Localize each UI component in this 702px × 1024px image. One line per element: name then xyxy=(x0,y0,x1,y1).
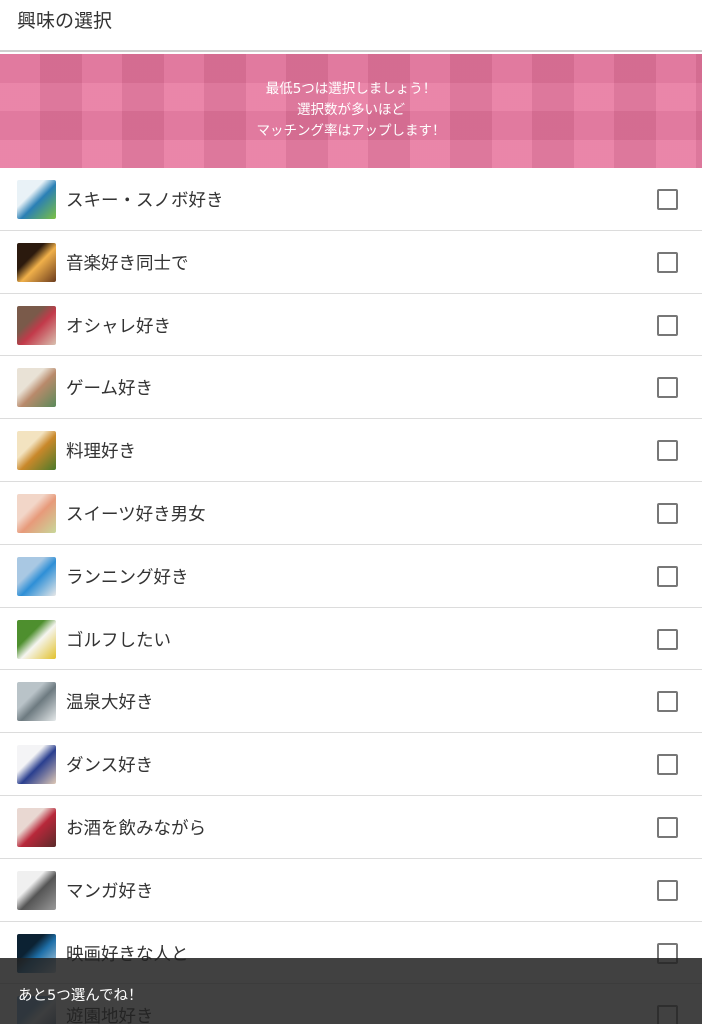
interest-checkbox[interactable] xyxy=(657,816,678,838)
interest-checkbox[interactable] xyxy=(657,628,678,650)
interest-row[interactable]: ゲーム好き xyxy=(0,356,702,420)
golf-ball-photo-icon xyxy=(17,619,56,659)
interest-selection-screen: 興味の選択 最低5つは選択しましょう！ 選択数が多いほど マッチング率はアップし… xyxy=(0,0,702,1024)
fashion-bag-photo-icon xyxy=(17,305,56,345)
interest-checkbox[interactable] xyxy=(657,377,678,399)
interest-row[interactable]: お酒を飲みながら xyxy=(0,795,702,859)
dance-photo-icon xyxy=(17,745,56,785)
banner-line-1: 最低5つは選択しましょう！ xyxy=(265,81,437,97)
interest-checkbox[interactable] xyxy=(657,440,678,462)
interest-label: スキー・スノボ好き xyxy=(66,191,224,211)
interest-row[interactable]: ランニング好き xyxy=(0,544,702,608)
banner-text: 最低5つは選択しましょう！ 選択数が多いほど マッチング率はアップします！ xyxy=(0,79,702,142)
info-banner: 最低5つは選択しましょう！ 選択数が多いほど マッチング率はアップします！ xyxy=(0,54,702,168)
interest-checkbox[interactable] xyxy=(657,502,678,524)
ski-photo-icon xyxy=(17,180,56,219)
interest-row[interactable]: 音楽好き同士で xyxy=(0,230,702,294)
interest-row[interactable]: 料理好き xyxy=(0,419,702,482)
interest-row[interactable]: スキー・スノボ好き xyxy=(0,168,702,231)
banner-line-2: 選択数が多いほど xyxy=(297,102,405,118)
interest-checkbox[interactable] xyxy=(657,754,678,776)
interest-row[interactable]: ダンス好き xyxy=(0,733,702,796)
interest-checkbox[interactable] xyxy=(657,565,678,587)
page-title: 興味の選択 xyxy=(17,10,113,32)
interest-list: スキー・スノボ好き 音楽好き同士で オシャレ好き ゲーム好き料理好きスイーツ好き男女ラ… xyxy=(0,168,702,1024)
concert-photo-icon xyxy=(17,242,56,282)
running-photo-icon xyxy=(17,556,56,596)
interest-row[interactable]: ゴルフしたい xyxy=(0,607,702,671)
interest-checkbox[interactable] xyxy=(657,189,678,210)
macaron-photo-icon xyxy=(17,493,56,533)
interest-checkbox[interactable] xyxy=(657,879,678,901)
interest-label: 音楽好き同士で xyxy=(66,253,189,274)
interest-row[interactable]: マンガ好き xyxy=(0,858,702,922)
wine-photo-icon xyxy=(17,807,56,847)
interest-checkbox[interactable] xyxy=(657,314,678,336)
interest-label: スイーツ好き男女 xyxy=(66,504,206,525)
interest-checkbox[interactable] xyxy=(657,251,678,273)
interest-checkbox[interactable] xyxy=(657,691,678,713)
toast-text: あと5つ選んでね！ xyxy=(18,988,143,1004)
interest-label: ダンス好き xyxy=(66,756,154,777)
interest-label: 温泉大好き xyxy=(66,693,154,714)
interest-label: ゲーム好き xyxy=(66,379,153,400)
banner-line-3: マッチング率はアップします！ xyxy=(256,123,446,139)
interest-row[interactable]: スイーツ好き男女 xyxy=(0,481,702,545)
interest-label: 料理好き xyxy=(66,442,136,463)
manga-photo-icon xyxy=(17,870,56,910)
interest-label: オシャレ好き xyxy=(66,316,171,337)
interest-row[interactable]: 温泉大好き xyxy=(0,670,702,734)
interest-label: ランニング好き xyxy=(66,567,189,588)
game-device-photo-icon xyxy=(17,368,56,408)
toast-message: あと5つ選んでね！ xyxy=(0,958,702,1024)
cooking-photo-icon xyxy=(17,431,56,471)
interest-label: ゴルフしたい xyxy=(66,630,171,651)
interest-label: マンガ好き xyxy=(66,881,154,902)
hot-spring-photo-icon xyxy=(17,682,56,722)
interest-label: お酒を飲みながら xyxy=(66,818,206,839)
header-bar: 興味の選択 xyxy=(0,0,702,52)
interest-row[interactable]: オシャレ好き xyxy=(0,293,702,357)
